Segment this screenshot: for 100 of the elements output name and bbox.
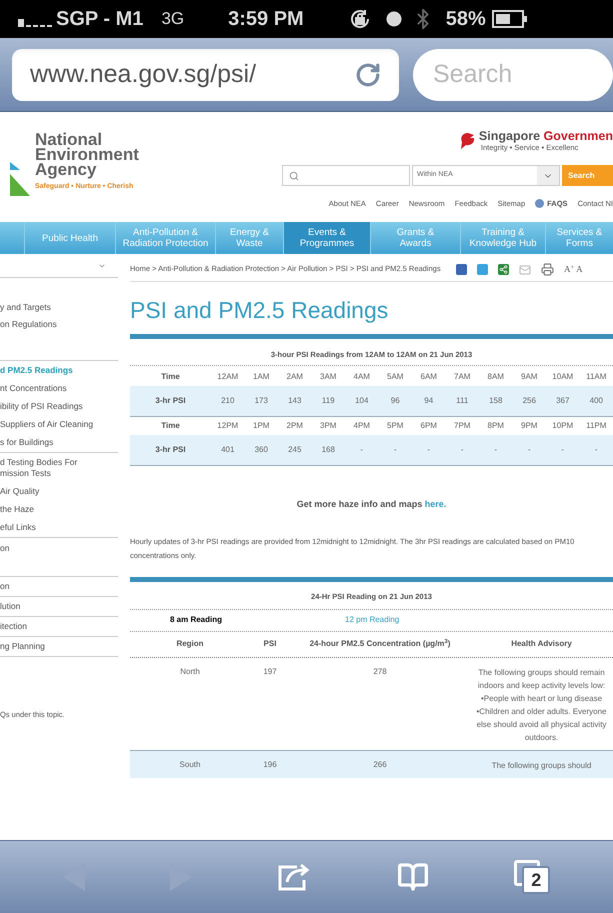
table-cell-text: - — [493, 444, 498, 456]
table-cell-text: - — [460, 444, 465, 456]
table-cell-text: 143 — [287, 394, 302, 407]
sidebar-link[interactable]: on — [0, 581, 118, 592]
sidebar-link[interactable]: y and Targets — [0, 302, 118, 313]
search-field[interactable]: Search — [413, 48, 613, 100]
sidebar-link[interactable]: Suppliers of Air Cleaning — [0, 419, 118, 430]
share-icon[interactable] — [277, 862, 312, 892]
table-cell-text: - — [526, 444, 532, 456]
table-cell-text: 3PM — [319, 420, 338, 432]
sidebar-link[interactable]: Air Quality — [0, 486, 118, 497]
lion-head-icon — [460, 132, 476, 150]
table-cell-text: 7AM — [453, 370, 472, 383]
sidebar-link[interactable]: on — [0, 543, 118, 554]
government-name-text: Singapore Governmen — [478, 130, 613, 143]
logo-triangles-icon — [10, 162, 32, 196]
table-cell-text: 5AM — [386, 370, 404, 383]
table-cell-text: 10PM — [551, 420, 574, 432]
bookmarks-icon[interactable] — [396, 861, 429, 893]
haze-info-text: Get more haze info and maps here. — [296, 498, 448, 511]
url-text: www.nea.gov.sg/psi/ — [30, 58, 258, 90]
table-cell-text: - — [426, 444, 432, 456]
column-header: Region — [175, 638, 205, 650]
share-icon[interactable] — [498, 264, 509, 276]
sidebar-link[interactable]: eful Links — [0, 522, 118, 533]
sidebar-link[interactable]: itection — [0, 621, 118, 632]
table-cell-text: 3AM — [319, 370, 338, 383]
row-header: 3-hr PSI — [154, 444, 187, 456]
table-cell-text: North — [179, 666, 201, 678]
table-cell-text: - — [359, 444, 364, 456]
signal-icon — [18, 19, 52, 27]
table-cell-text: 104 — [354, 394, 370, 407]
sidebar-link[interactable]: lution — [0, 601, 118, 612]
sidebar-link[interactable]: nt Concentrations — [0, 383, 118, 394]
table-cell-text: 173 — [254, 394, 269, 407]
table-cell-text: 1PM — [252, 420, 270, 432]
table-cell-text: 367 — [555, 394, 570, 407]
sidebar-link[interactable]: the Haze — [0, 504, 118, 515]
row-header: 3-hr PSI — [154, 394, 187, 407]
table-cell-text: The following groups should remain indoors and keep activity levels low: •People with heart or lung disease •Children and older adults. Everyone else should avoid all physical activity outdoors. — [476, 666, 608, 744]
table-cell-text: 278 — [372, 666, 388, 678]
table-cell-text: 94 — [423, 394, 434, 407]
search-icon — [289, 170, 299, 180]
table-cell-text: 256 — [522, 394, 537, 407]
row-header: Time — [160, 370, 181, 383]
table-cell-text: - — [594, 444, 599, 456]
table-cell-text: 10AM — [551, 370, 574, 383]
page-title: PSI and PM2.5 Readings — [130, 296, 390, 324]
table-cell-text: 400 — [588, 394, 604, 407]
table-cell-text: 6PM — [420, 420, 438, 432]
table-cell-text: - — [560, 444, 566, 456]
battery-icon — [492, 10, 528, 28]
sidebar-link[interactable]: d Testing Bodies For mission Tests — [0, 457, 118, 479]
sidebar-link[interactable]: s for Buildings — [0, 437, 118, 448]
table-cell-text: 4AM — [352, 370, 371, 383]
carrier-label: SGP - M1 — [56, 7, 144, 32]
column-header: 24-hour PM2.5 Concentration (µg/m$^{3}$) — [308, 638, 452, 650]
table-cell-text: - — [392, 444, 398, 456]
table-cell-text: 266 — [372, 758, 388, 770]
sidebar-link[interactable]: on Regulations — [0, 319, 118, 330]
table-cell-text: 2AM — [286, 370, 304, 383]
site-search-field[interactable] — [282, 165, 410, 186]
table-cell-text: 360 — [254, 444, 269, 456]
table-cell-text: 1AM — [252, 370, 270, 383]
nav-tab[interactable]: Events & Programmes — [283, 222, 370, 254]
reload-icon[interactable] — [355, 62, 381, 88]
clock-time: 3:59 PM — [228, 7, 304, 32]
column-header: Health Advisory — [510, 638, 573, 650]
reading-tab[interactable]: 8 am Reading — [170, 614, 345, 626]
table-cell-text: 9AM — [520, 370, 538, 383]
table-cell-text: 168 — [320, 444, 336, 456]
agency-name-text: Environment — [35, 147, 139, 162]
table-cell-text: 4PM — [352, 420, 371, 432]
sidebar-link[interactable]: ng Planning — [0, 641, 118, 652]
table-cell-text: 158 — [488, 394, 504, 407]
row-header: Time — [160, 420, 181, 432]
table-cell-text: 210 — [220, 394, 236, 407]
url-field[interactable]: www.nea.gov.sg/psi/ — [12, 48, 399, 100]
table-cell-text: 8AM — [486, 370, 505, 383]
table-cell-text: 111 — [455, 394, 470, 407]
font-size-control[interactable]: A$^{+}$ A — [564, 263, 583, 276]
table-cell-text: 96 — [390, 394, 401, 407]
table-cell-text: 196 — [262, 758, 278, 770]
table-cell-text: 2PM — [286, 420, 304, 432]
table-cell-text: 8PM — [486, 420, 505, 432]
table-cell-text: 6AM — [420, 370, 438, 383]
sidebar-link[interactable]: ibility of PSI Readings — [0, 401, 118, 412]
table-cell-text: 119 — [320, 394, 336, 407]
column-header: PSI — [262, 638, 278, 650]
table-cell-text: 9PM — [520, 420, 538, 432]
mail-icon[interactable] — [519, 264, 531, 276]
table-cell-text: South — [178, 758, 202, 770]
table-cell-text: 401 — [220, 444, 236, 456]
network-label: 3G — [161, 8, 184, 30]
table-cell-text: 7PM — [453, 420, 472, 432]
table-cell-text: 245 — [287, 444, 302, 456]
print-icon[interactable] — [541, 263, 554, 276]
table-cell-text: 5PM — [386, 420, 404, 432]
table-cell-text: The following groups should — [490, 760, 592, 772]
table-cell-text: 11PM — [585, 420, 608, 432]
